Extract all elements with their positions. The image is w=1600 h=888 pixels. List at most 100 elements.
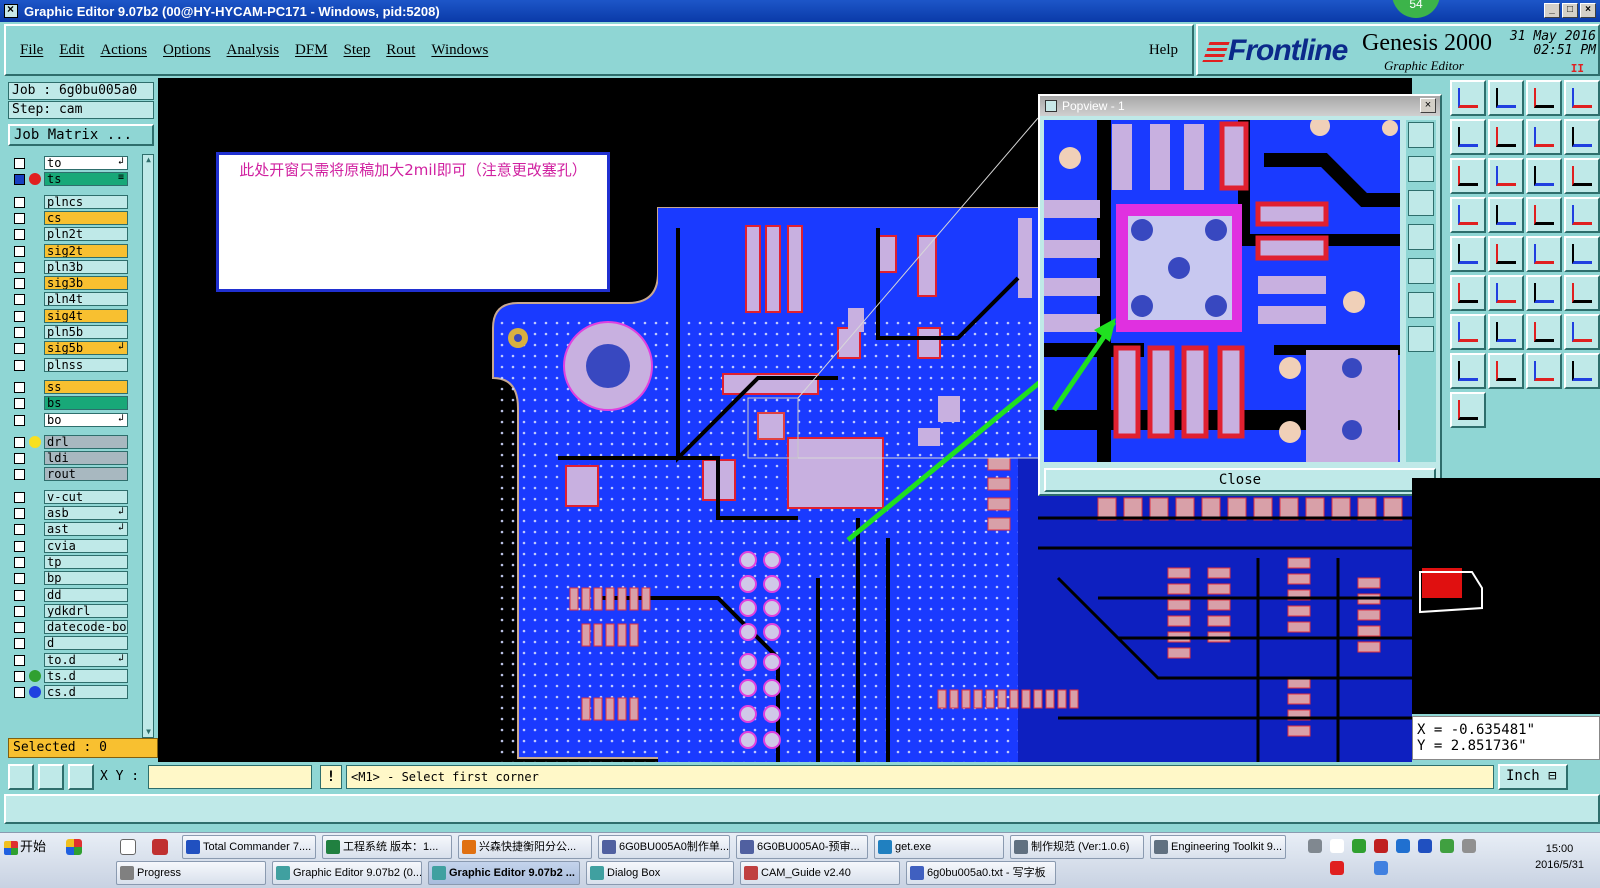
zoom-area-icon[interactable]: [1488, 119, 1524, 155]
layer-name[interactable]: bs: [44, 396, 128, 411]
layer-checkbox[interactable]: [14, 261, 25, 273]
popview-zoom-view[interactable]: [1044, 120, 1400, 462]
layer-row[interactable]: asb ↲: [10, 506, 132, 520]
units-button[interactable]: Inch ⊟: [1498, 764, 1568, 790]
layer-name[interactable]: tp: [44, 554, 128, 569]
menu-rout[interactable]: Rout: [386, 42, 415, 59]
popview-window[interactable]: Popview - 1 × Close: [1038, 94, 1442, 496]
menu-options[interactable]: Options: [163, 42, 211, 59]
layer-name[interactable]: rout: [44, 467, 128, 482]
taskbar-button[interactable]: CAM_Guide v2.40: [740, 861, 900, 885]
layer-row[interactable]: bs: [10, 396, 132, 411]
menu-dfm[interactable]: DFM: [295, 42, 328, 59]
tray-network-icon[interactable]: [1396, 839, 1410, 853]
popview-close-icon[interactable]: ×: [1420, 98, 1436, 113]
layer-checkbox[interactable]: [14, 174, 25, 186]
layers-icon[interactable]: [1488, 158, 1524, 194]
layer-checkbox[interactable]: [14, 327, 25, 338]
layer-checkbox[interactable]: [14, 229, 25, 241]
taskbar-button[interactable]: 制作规范 (Ver:1.0.6): [1010, 835, 1144, 859]
pattern-icon[interactable]: [1564, 275, 1600, 311]
popview-zoom-in-icon[interactable]: [1408, 122, 1434, 148]
layer-checkbox[interactable]: [14, 294, 25, 306]
taskbar-button[interactable]: Engineering Toolkit 9...: [1150, 835, 1286, 859]
layer-checkbox[interactable]: [14, 491, 25, 503]
layer-name[interactable]: ldi: [44, 451, 128, 466]
arc-icon[interactable]: [1450, 275, 1486, 311]
warning-button[interactable]: !: [320, 765, 342, 789]
layer-row[interactable]: ldi: [10, 451, 132, 466]
layer-row[interactable]: pln3b: [10, 259, 132, 274]
cross-icon[interactable]: [1526, 236, 1562, 272]
triangle-icon[interactable]: [1564, 314, 1600, 350]
layer-name[interactable]: sig4t: [44, 308, 128, 323]
layer-row[interactable]: ydkdrl: [10, 603, 132, 618]
layer-name[interactable]: ss: [44, 379, 128, 394]
window-titlebar[interactable]: Graphic Editor 9.07b2 (00@HY-HYCAM-PC171…: [0, 0, 1600, 22]
layer-checkbox[interactable]: [14, 381, 25, 393]
menu-analysis[interactable]: Analysis: [227, 42, 280, 59]
layer-row[interactable]: rout: [10, 467, 132, 482]
layer-checkbox[interactable]: [14, 359, 25, 371]
layer-name[interactable]: to.d: [44, 652, 128, 667]
quicklaunch-doc-icon[interactable]: [120, 839, 136, 855]
layer-name[interactable]: bp: [44, 571, 128, 586]
menu-actions[interactable]: Actions: [100, 42, 147, 59]
taskbar-button[interactable]: 6G0BU005A0制作单...: [598, 835, 730, 859]
layer-checkbox[interactable]: [14, 589, 25, 601]
home-icon[interactable]: [1526, 80, 1562, 116]
ruler-icon[interactable]: [1526, 197, 1562, 233]
scale-icon[interactable]: [1450, 158, 1486, 194]
start-button[interactable]: 开始: [2, 835, 56, 861]
pointer-x-icon[interactable]: [1450, 392, 1486, 428]
taskbar-button[interactable]: Total Commander 7....: [182, 835, 316, 859]
taskbar-button[interactable]: Graphic Editor 9.07b2 (0...: [272, 861, 422, 885]
layer-row[interactable]: to.d ↲: [10, 652, 132, 667]
tray-green-icon[interactable]: [1352, 839, 1366, 853]
layer-name[interactable]: bo: [44, 412, 128, 427]
menu-edit[interactable]: Edit: [59, 42, 84, 59]
layer-row[interactable]: pln2t: [10, 227, 132, 242]
layer-name[interactable]: sig3b: [44, 276, 128, 291]
system-clock[interactable]: 15:00 2016/5/31: [1535, 841, 1584, 873]
layer-row[interactable]: bp: [10, 571, 132, 586]
layer-row[interactable]: ts.d: [10, 669, 132, 683]
pause-icon[interactable]: II: [1571, 62, 1584, 75]
layer-row[interactable]: cvia: [10, 538, 132, 553]
quicklaunch-app-icon[interactable]: [152, 839, 168, 855]
zoom-in-icon[interactable]: [1450, 80, 1486, 116]
layer-checkbox[interactable]: [14, 453, 25, 465]
layer-row[interactable]: drl: [10, 434, 132, 449]
menu-windows[interactable]: Windows: [431, 42, 488, 59]
layer-checkbox[interactable]: [14, 469, 25, 481]
taskbar-button[interactable]: Dialog Box: [586, 861, 734, 885]
layer-row[interactable]: plnss: [10, 357, 132, 372]
layer-row[interactable]: cs.d: [10, 685, 132, 700]
layer-name[interactable]: ts: [44, 172, 128, 187]
layer-checkbox[interactable]: [14, 158, 25, 169]
menu-step[interactable]: Step: [344, 42, 371, 59]
window-icon[interactable]: [1564, 80, 1600, 116]
zoom-out-icon[interactable]: [1488, 80, 1524, 116]
popview-zoom-fwd-icon[interactable]: [1408, 258, 1434, 284]
tray-bluetooth-icon[interactable]: [1418, 839, 1432, 853]
scroll-up-icon[interactable]: ▲: [144, 155, 153, 165]
dot-icon[interactable]: [1488, 236, 1524, 272]
layer-row[interactable]: ts ≡: [10, 172, 132, 187]
line-red-icon[interactable]: [1488, 275, 1524, 311]
layer-checkbox[interactable]: [14, 343, 25, 355]
layer-row[interactable]: datecode-bo: [10, 620, 132, 635]
popview-titlebar[interactable]: Popview - 1 ×: [1040, 96, 1440, 116]
popview-fit-icon[interactable]: [1408, 292, 1434, 318]
copy-icon[interactable]: [1450, 119, 1486, 155]
pan-icon[interactable]: [1564, 119, 1600, 155]
taskbar-button[interactable]: 兴森快捷衡阳分公...: [458, 835, 592, 859]
layer-name[interactable]: pln4t: [44, 292, 128, 307]
box-icon[interactable]: [1526, 314, 1562, 350]
minimize-button[interactable]: _: [1544, 3, 1560, 18]
layer-checkbox[interactable]: [14, 196, 25, 208]
popview-close-button[interactable]: Close: [1044, 468, 1436, 492]
layer-name[interactable]: drl: [44, 434, 128, 449]
layer-row[interactable]: ast ↲: [10, 522, 132, 537]
tray-security-icon[interactable]: [1440, 839, 1454, 853]
